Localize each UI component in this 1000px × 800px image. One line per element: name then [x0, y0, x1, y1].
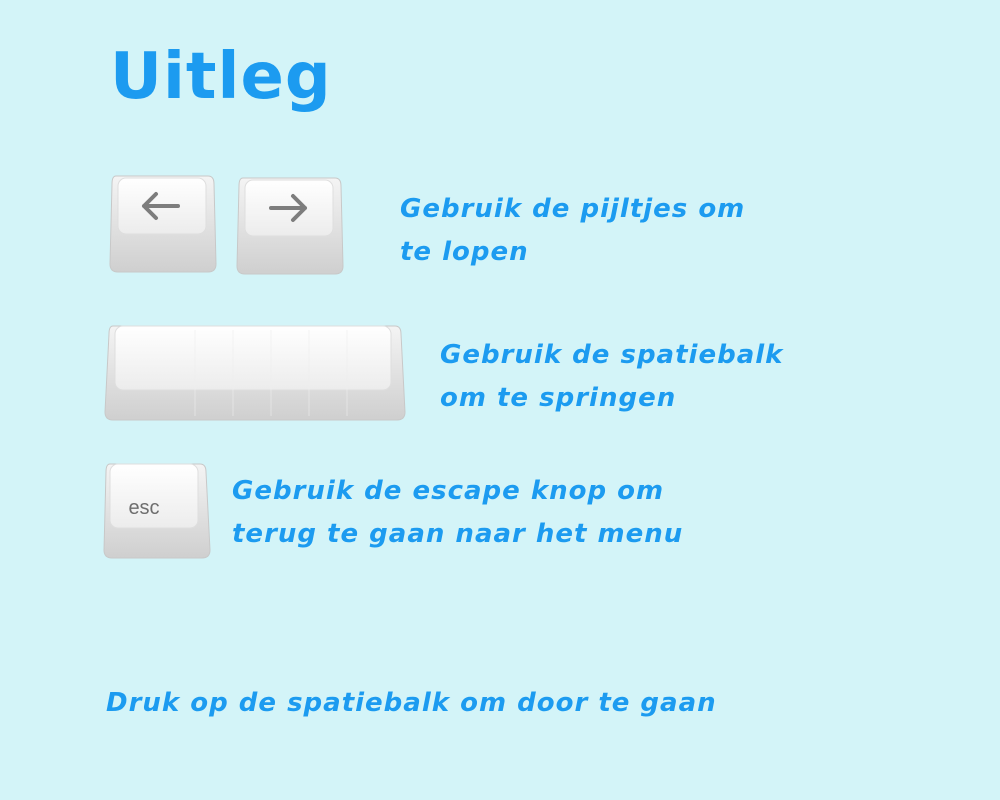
continue-prompt: Druk op de spatiebalk om door te gaan	[106, 688, 717, 718]
right-arrow-key	[235, 174, 345, 278]
space-instruction: Gebruik de spatiebalk om te springen	[440, 334, 783, 420]
page-title: Uitleg	[110, 40, 332, 114]
escape-instruction: Gebruik de escape knop om terug te gaan …	[232, 470, 683, 556]
arrows-instruction-line2: te lopen	[400, 237, 529, 267]
space-instruction-line2: om te springen	[440, 383, 677, 413]
escape-instruction-line1: Gebruik de escape knop om	[232, 476, 665, 506]
arrows-instruction: Gebruik de pijltjes om te lopen	[400, 188, 745, 274]
spacebar-key	[103, 322, 407, 424]
escape-key: esc	[102, 460, 212, 562]
space-instruction-line1: Gebruik de spatiebalk	[440, 340, 784, 370]
left-arrow-key	[108, 172, 218, 276]
escape-instruction-line2: terug te gaan naar het menu	[232, 519, 684, 549]
arrows-instruction-line1: Gebruik de pijltjes om	[400, 194, 746, 224]
esc-key-label: esc	[128, 497, 159, 519]
